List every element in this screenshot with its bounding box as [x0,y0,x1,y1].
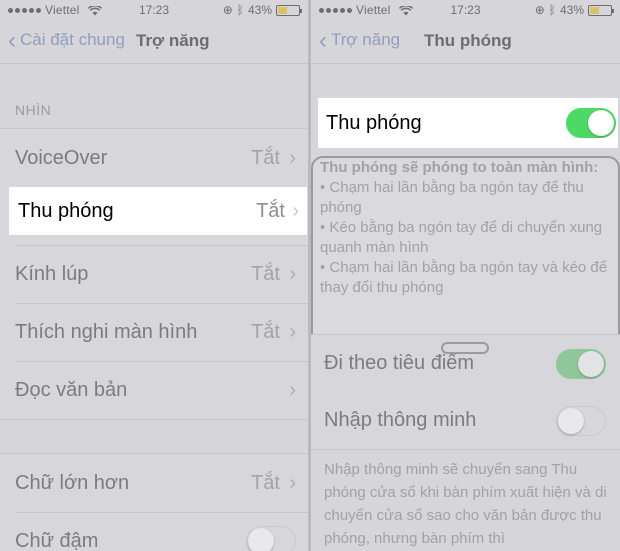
battery-percent: 43% [559,3,584,17]
zoom-description: Thu phóng sẽ phóng to toàn màn hình: • C… [320,158,610,298]
chevron-right-icon: › [292,199,299,222]
nav-bar: ‹ Cài đặt chung Trợ năng [0,20,308,64]
orientation-lock-icon: ⊕ [222,3,233,17]
back-button-label: Cài đặt chung [20,30,125,49]
row-smart-typing[interactable]: Nhập thông minh [311,392,620,450]
bluetooth-icon: ᛒ [236,3,244,17]
zoom-description-item: • Kéo bằng ba ngón tay để di chuyển xung… [320,219,603,256]
bold-text-toggle[interactable] [246,526,296,551]
smart-typing-toggle[interactable] [556,406,606,436]
zoom-toggle[interactable] [566,108,616,138]
zoom-lens-handle[interactable] [441,342,489,354]
vision-settings-group: VoiceOver Tắt › Kính lúp Tắt › Thích ngh… [0,128,308,420]
row-value: Tắt [251,320,280,343]
chevron-left-icon: ‹ [319,26,327,54]
row-display-accommodations[interactable]: Thích nghi màn hình Tắt › [0,303,308,361]
back-button[interactable]: ‹ Trợ năng [319,26,401,54]
row-value: Tắt [256,199,285,222]
page-title: Thu phóng [424,31,512,50]
orientation-lock-icon: ⊕ [534,3,545,17]
battery-icon [588,4,614,16]
row-label: Chữ lớn hơn [15,471,130,494]
status-bar: Viettel 17:23 ⊕ ᛒ 43% [311,0,620,20]
battery-icon [276,4,302,16]
text-settings-group: Chữ lớn hơn Tắt › Chữ đậm [0,453,308,551]
zoom-toggle-label: Thu phóng [326,111,422,134]
row-value: Tắt [251,262,280,285]
chevron-right-icon: › [289,262,296,285]
row-zoom[interactable]: Thu phóng Tắt › [9,187,307,235]
row-value: Tắt [251,146,280,169]
chevron-right-icon: › [289,471,296,494]
row-larger-text[interactable]: Chữ lớn hơn Tắt › [0,454,308,512]
zoom-description-item: • Chạm hai lần bằng ba ngón tay và kéo đ… [320,259,608,296]
row-label: Chữ đậm [15,529,99,551]
nav-bar: ‹ Trợ năng Thu phóng [311,20,620,64]
accessibility-screen: Viettel 17:23 ⊕ ᛒ 43% ‹ Cài đặt chung Tr… [0,0,308,551]
back-button-label: Trợ năng [331,30,401,49]
row-magnifier[interactable]: Kính lúp Tắt › [0,245,308,303]
row-label: Đọc văn bản [15,378,128,401]
status-bar: Viettel 17:23 ⊕ ᛒ 43% [0,0,308,20]
row-label: Đi theo tiêu điểm [324,352,475,374]
zoom-screen: Viettel 17:23 ⊕ ᛒ 43% ‹ Trợ năng Thu phó… [311,0,620,551]
zoom-description-item: • Chạm hai lần bằng ba ngón tay để thu p… [320,179,584,216]
bluetooth-icon: ᛒ [548,3,556,17]
row-speech[interactable]: Đọc văn bản › [0,361,308,419]
row-label: VoiceOver [15,146,108,169]
chevron-right-icon: › [289,378,296,401]
battery-percent: 43% [247,3,272,17]
zoom-description-title: Thu phóng sẽ phóng to toàn màn hình: [320,159,599,176]
row-bold-text[interactable]: Chữ đậm [0,512,308,551]
back-button[interactable]: ‹ Cài đặt chung [8,26,125,54]
follow-focus-toggle[interactable] [556,349,606,379]
section-header: NHÌN [15,102,52,118]
row-label: Thu phóng [18,199,114,222]
row-value: Tắt [251,471,280,494]
chevron-right-icon: › [289,320,296,343]
chevron-right-icon: › [289,146,296,169]
row-label: Nhập thông minh [324,409,477,431]
row-label: Kính lúp [15,262,89,285]
page-title: Trợ năng [136,31,210,50]
row-label: Thích nghi màn hình [15,320,198,343]
row-voiceover[interactable]: VoiceOver Tắt › [0,129,308,187]
zoom-toggle-row[interactable]: Thu phóng [318,98,618,148]
chevron-left-icon: ‹ [8,26,16,54]
smart-typing-footer: Nhập thông minh sẽ chuyển sang Thu phóng… [324,461,607,547]
